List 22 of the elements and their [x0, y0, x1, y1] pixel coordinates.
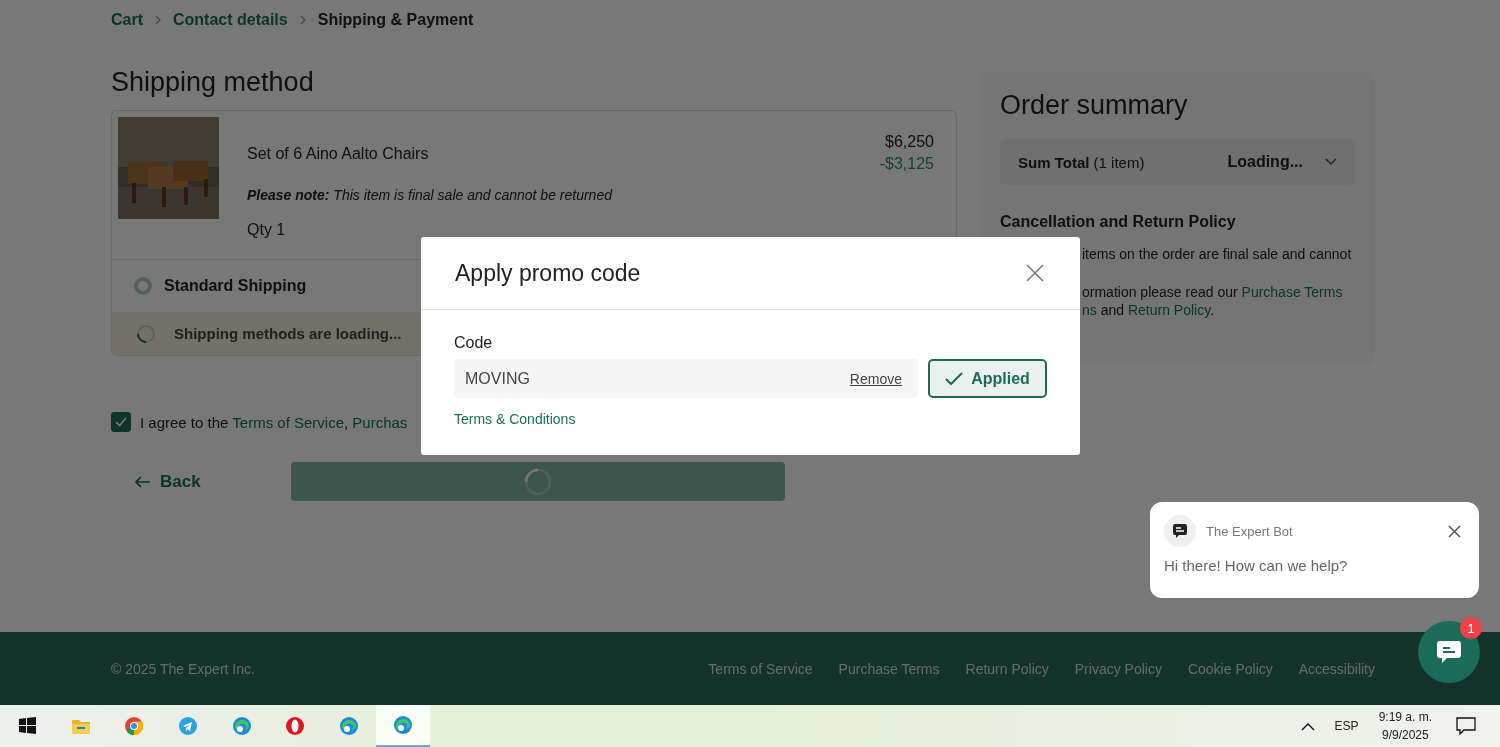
discount-price: -$3,125: [879, 155, 934, 173]
option-label: Standard Shipping: [164, 277, 307, 295]
loading-text: Shipping methods are loading...: [174, 325, 402, 342]
price: $6,250: [884, 133, 934, 151]
section-heading: Shipping method: [111, 67, 315, 98]
sum-total-label: Sum Total (1 item): [1018, 153, 1146, 171]
copyright-text: © 2025 The Expert Inc.: [111, 660, 255, 677]
sum-total-value: Loading...: [1227, 153, 1303, 171]
final-sale-note: Please note: This item is final sale and cannot be returned: [247, 187, 614, 203]
chat-message: Hi there! How can we help?: [1164, 557, 1349, 574]
summary-heading: Order summary: [1000, 90, 1189, 121]
policy-text: items on the order are final sale and cannot: [1082, 245, 1353, 263]
policy-text: ns and Return Policy.: [1082, 301, 1216, 319]
dialog-title: Apply promo code: [455, 259, 641, 287]
field-label: Code: [454, 334, 494, 352]
notification-badge: 1: [1460, 617, 1482, 639]
quantity-label: Qty 1: [247, 221, 287, 239]
agreement-text: I agree to the Terms of Service, Purchas: [140, 413, 408, 431]
policy-text: ormation please read our Purchase Terms: [1082, 283, 1344, 301]
policy-heading: Cancellation and Return Policy: [1000, 213, 1237, 231]
bot-name: The Expert Bot: [1206, 523, 1294, 539]
product-name: Set of 6 Aino Aalto Chairs: [247, 145, 430, 163]
